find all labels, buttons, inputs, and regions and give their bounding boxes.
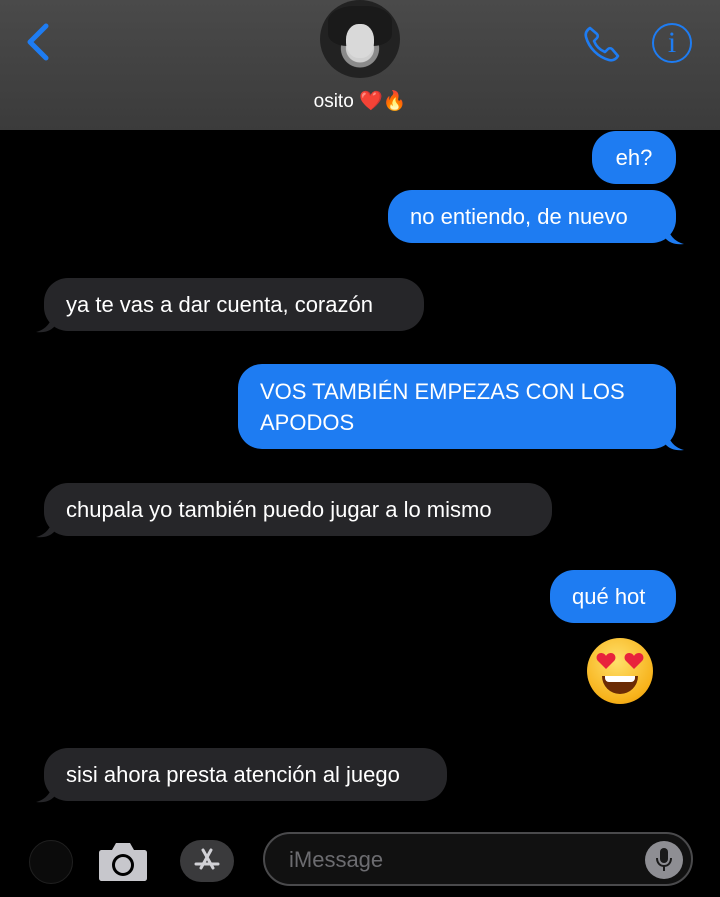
contact-name-text: osito (313, 91, 354, 112)
bubble-tail (666, 225, 684, 245)
message-text: chupala yo también puedo jugar a lo mism… (66, 497, 492, 522)
microphone-button[interactable] (645, 841, 683, 879)
contact-name-emoji: ❤️🔥 (359, 91, 407, 112)
chevron-left-icon[interactable] (18, 20, 58, 64)
bubble-tail (36, 313, 54, 333)
camera-icon[interactable] (98, 840, 148, 882)
heart-eye-icon (624, 653, 644, 669)
message-input[interactable]: iMessage (263, 832, 693, 886)
message-text: no entiendo, de nuevo (410, 204, 628, 229)
message-bubble-outgoing[interactable]: VOS TAMBIÉN EMPEZAS CON LOS APODOS (238, 364, 676, 449)
message-bubble-incoming[interactable]: chupala yo también puedo jugar a lo mism… (44, 483, 552, 536)
message-text: ya te vas a dar cuenta, corazón (66, 292, 373, 317)
message-bubble-incoming[interactable]: sisi ahora presta atención al juego (44, 748, 447, 801)
message-bubble-incoming[interactable]: ya te vas a dar cuenta, corazón (44, 278, 424, 331)
message-bubble-outgoing[interactable]: no entiendo, de nuevo (388, 190, 676, 243)
phone-icon[interactable] (580, 22, 624, 66)
message-text: eh? (615, 145, 653, 170)
app-store-button[interactable] (180, 840, 234, 882)
microphone-icon (656, 848, 672, 871)
message-text: VOS TAMBIÉN EMPEZAS CON LOS APODOS (260, 379, 625, 435)
app-store-icon (194, 848, 220, 870)
bubble-tail (666, 431, 684, 451)
heart-eye-icon (596, 653, 616, 669)
bubble-tail (36, 518, 54, 538)
message-text: sisi ahora presta atención al juego (66, 762, 400, 787)
emoji-mouth (602, 676, 638, 694)
message-bubble-outgoing[interactable]: eh? (592, 131, 676, 184)
contact-name[interactable]: osito ❤️🔥 (0, 89, 720, 113)
contact-avatar[interactable] (320, 0, 400, 78)
conversation-header: osito ❤️🔥 i (0, 0, 720, 130)
message-text: qué hot (572, 584, 646, 609)
bubble-tail (36, 783, 54, 803)
info-icon[interactable]: i (652, 23, 692, 63)
heart-eyes-emoji-message[interactable] (587, 638, 653, 704)
apps-icon[interactable] (29, 840, 73, 884)
message-bubble-outgoing[interactable]: qué hot (550, 570, 676, 623)
avatar-face (346, 24, 374, 58)
message-input-placeholder: iMessage (289, 847, 384, 872)
